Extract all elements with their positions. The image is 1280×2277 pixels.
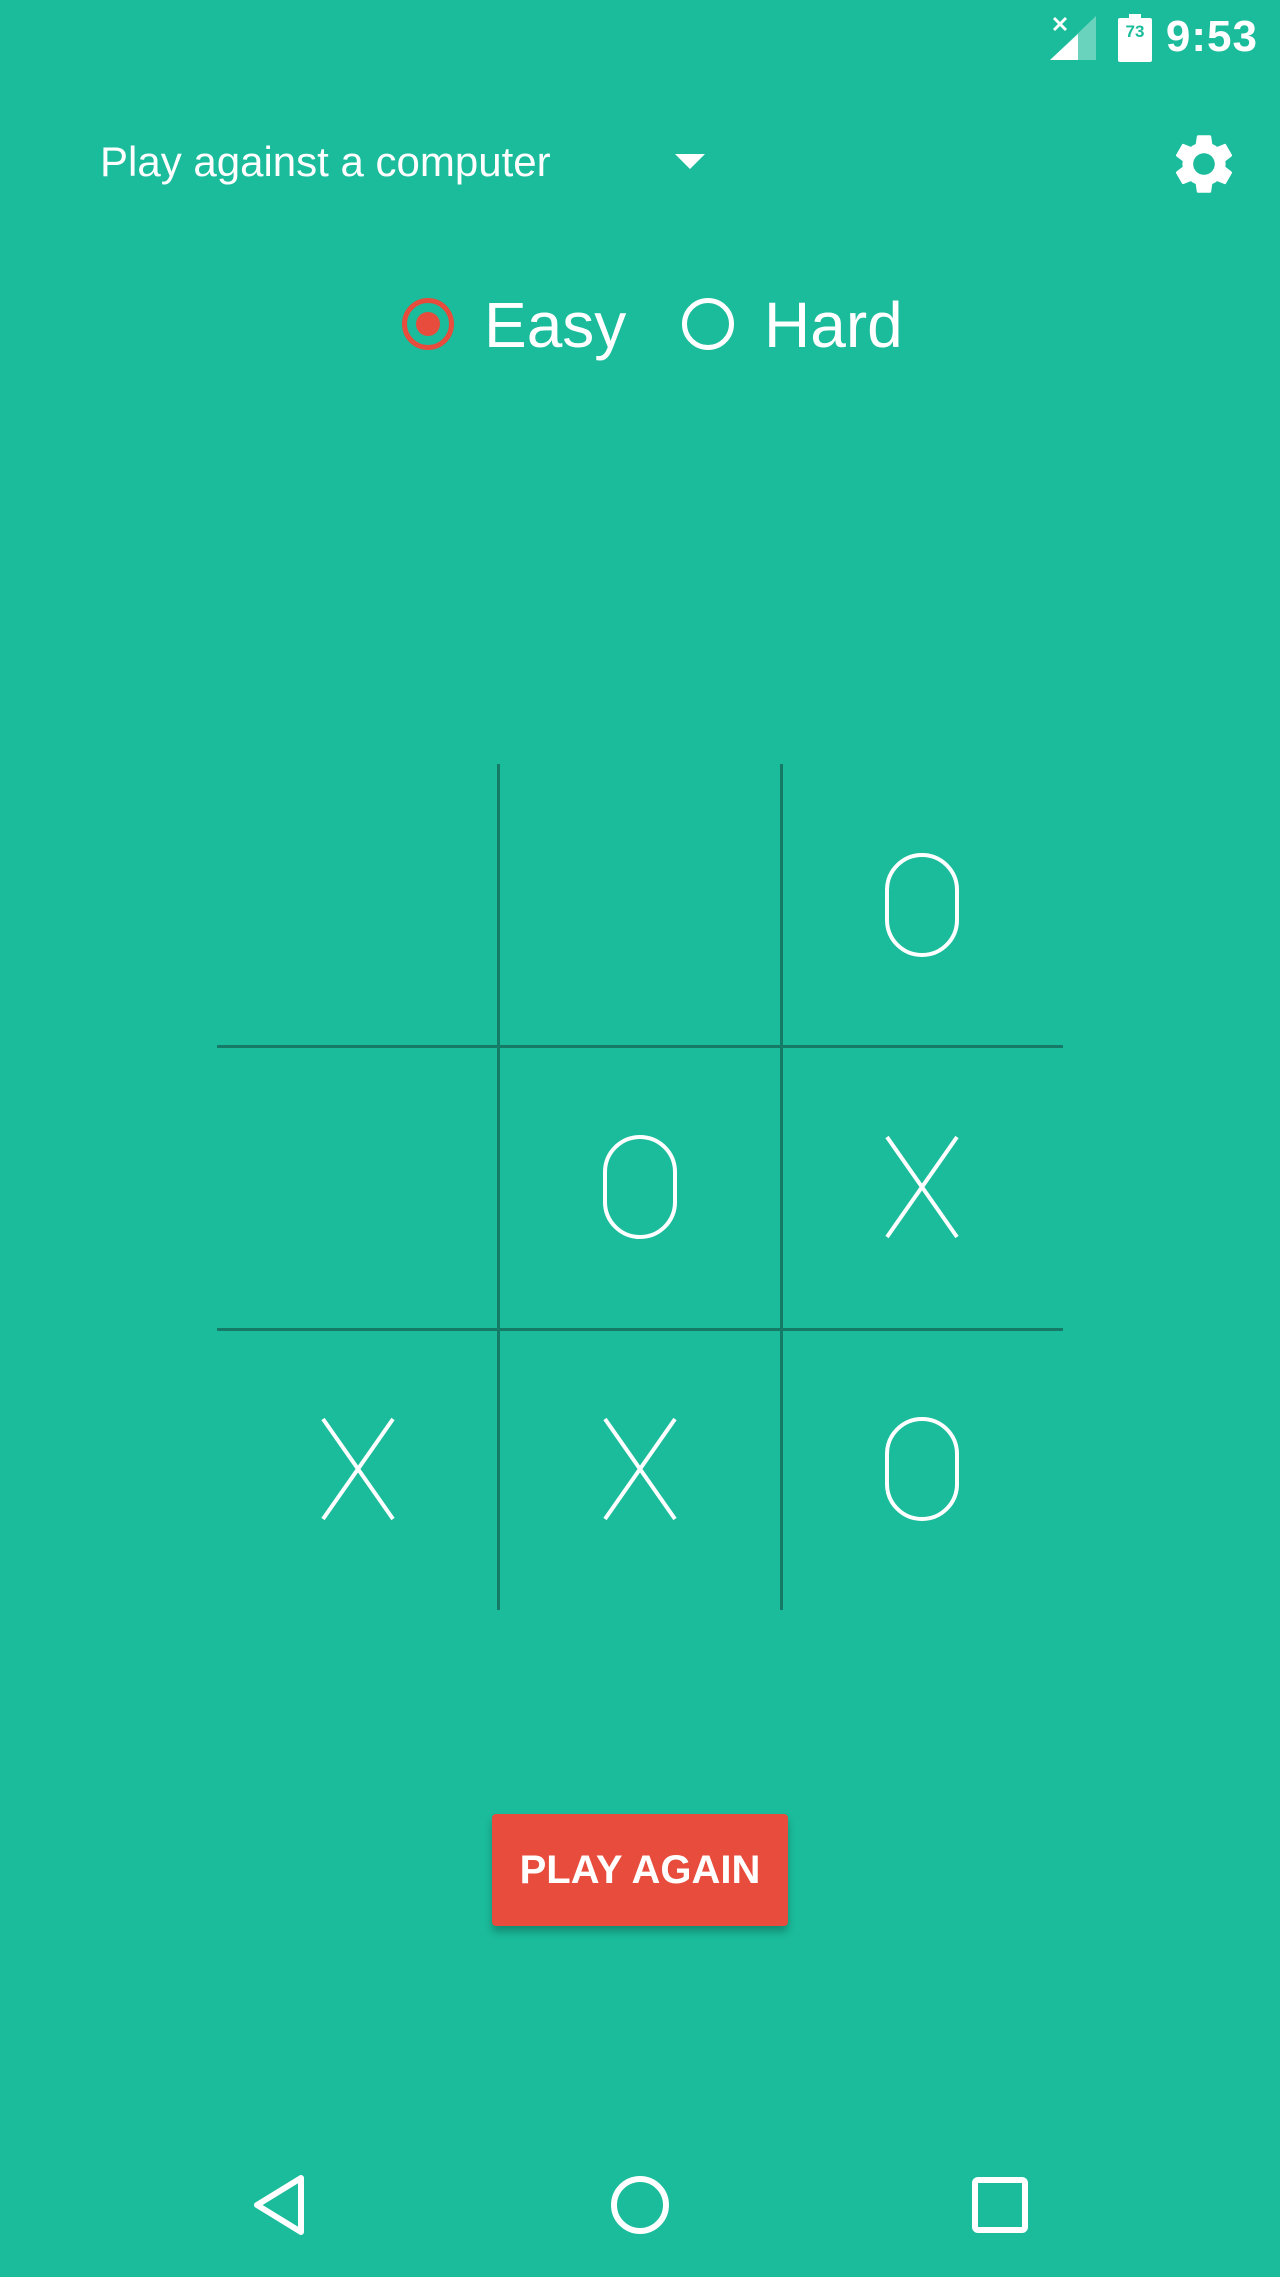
board-cell-6[interactable] <box>781 1046 1063 1328</box>
x-mark <box>603 1417 677 1521</box>
battery-level-text: 73 <box>1125 22 1145 41</box>
board-cell-5[interactable] <box>499 1046 781 1328</box>
back-button[interactable] <box>245 2170 315 2240</box>
o-mark <box>603 1135 677 1239</box>
play-again-button[interactable]: PLAY AGAIN <box>492 1814 788 1926</box>
home-icon <box>611 2176 669 2234</box>
radio-unchecked-icon <box>682 298 734 350</box>
radio-hard[interactable]: Hard <box>680 282 910 372</box>
app-screen: 73 9:53 Play against a computer Easy Har… <box>0 0 1280 2277</box>
mode-dropdown[interactable]: Play against a computer <box>100 130 720 200</box>
status-time: 9:53 <box>1165 12 1258 61</box>
x-mark <box>321 1417 395 1521</box>
gear-icon <box>1175 135 1233 193</box>
navigation-bar <box>0 2130 1280 2277</box>
x-mark <box>885 1135 959 1239</box>
board-cell-1[interactable] <box>217 764 499 1046</box>
radio-easy-label: Easy <box>484 289 627 361</box>
radio-easy[interactable]: Easy <box>400 282 626 372</box>
board-cell-7[interactable] <box>217 1328 499 1610</box>
board-cell-2[interactable] <box>499 764 781 1046</box>
o-mark <box>885 853 959 957</box>
recents-button[interactable] <box>965 2170 1035 2240</box>
back-icon <box>254 2175 304 2235</box>
difficulty-radio-group: Easy Hard <box>400 282 920 372</box>
board-cell-3[interactable] <box>781 764 1063 1046</box>
status-bar: 73 9:53 <box>0 0 1280 76</box>
mode-label: Play against a computer <box>100 138 551 185</box>
game-board <box>217 764 1063 1610</box>
radio-hard-label: Hard <box>764 289 903 361</box>
board-cell-8[interactable] <box>499 1328 781 1610</box>
chevron-down-icon <box>675 154 705 169</box>
settings-button[interactable] <box>1168 128 1240 200</box>
radio-checked-icon <box>402 298 454 350</box>
home-button[interactable] <box>605 2170 675 2240</box>
signal-no-data-icon <box>1050 16 1096 60</box>
o-mark <box>885 1417 959 1521</box>
battery-icon: 73 <box>1118 14 1152 62</box>
board-cell-4[interactable] <box>217 1046 499 1328</box>
board-cell-9[interactable] <box>781 1328 1063 1610</box>
recents-icon <box>972 2177 1028 2233</box>
